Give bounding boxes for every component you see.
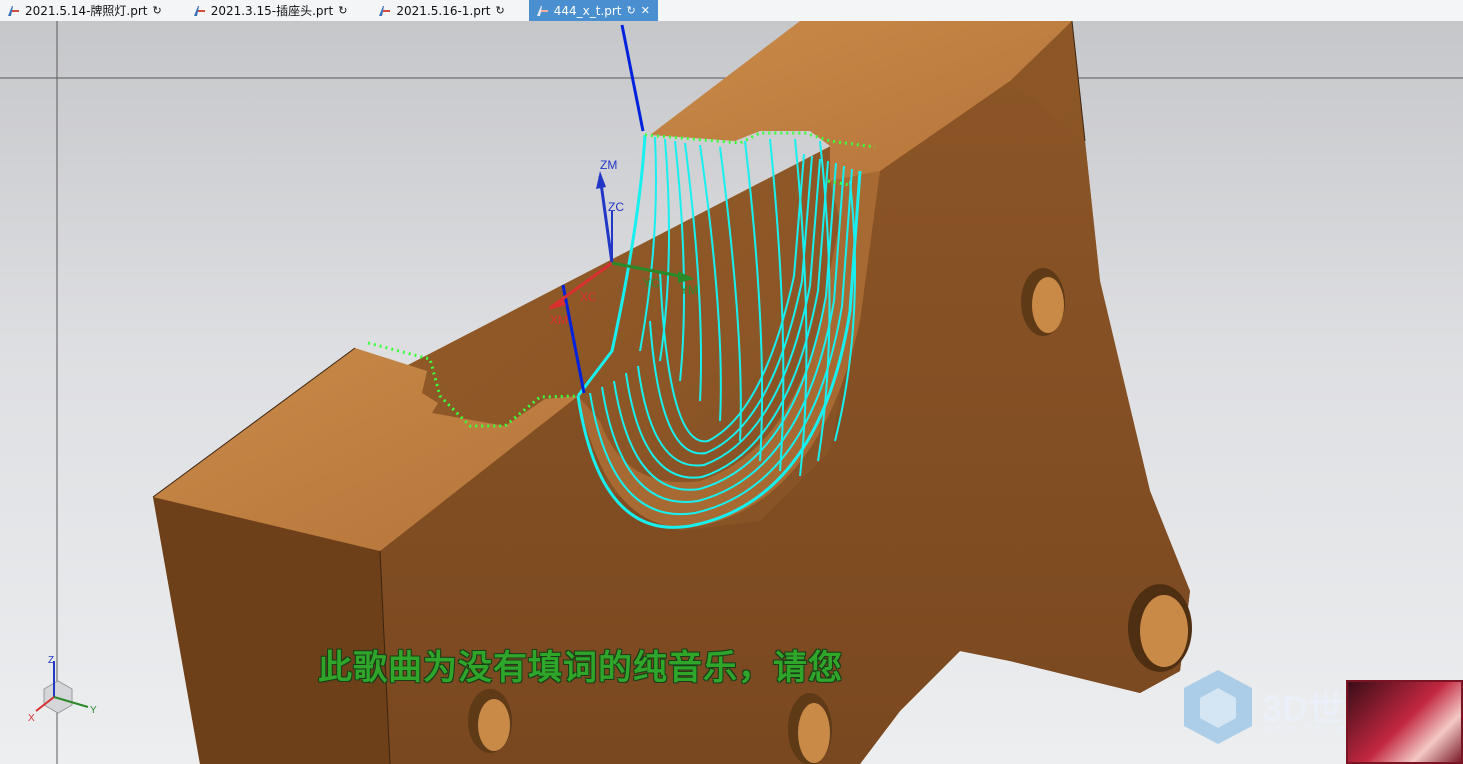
triad-y-label: Y bbox=[90, 705, 97, 716]
view-triad: Z X Y bbox=[28, 655, 97, 724]
ym-label: YM bbox=[680, 283, 698, 297]
video-subtitle: 此歌曲为没有填词的纯音乐，请您 bbox=[318, 648, 843, 688]
tab-2021-5-16[interactable]: 2021.5.16-1.prt ↻ bbox=[371, 0, 512, 21]
tab-modified-icon: ↻ bbox=[338, 4, 348, 17]
yc-label: YC bbox=[643, 276, 660, 290]
tab-444-x-t[interactable]: 444_x_t.prt ↻ ✕ bbox=[528, 0, 658, 21]
tab-modified-icon: ↻ bbox=[152, 4, 162, 17]
document-tab-bar: 2021.5.14-牌照灯.prt ↻ 2021.3.15-插座头.prt ↻ … bbox=[0, 0, 1463, 22]
tab-2021-5-14[interactable]: 2021.5.14-牌照灯.prt ↻ bbox=[0, 0, 170, 21]
part-file-icon bbox=[193, 5, 205, 16]
triad-z-label: Z bbox=[48, 655, 54, 666]
part-file-icon bbox=[379, 5, 391, 16]
xc-label: XC bbox=[580, 290, 597, 304]
tab-2021-3-15[interactable]: 2021.3.15-插座头.prt ↻ bbox=[186, 0, 356, 21]
video-thumbnail bbox=[1346, 680, 1463, 764]
zm-label: ZM bbox=[600, 158, 617, 172]
xm-label: XM bbox=[550, 313, 568, 327]
tab-modified-icon: ↻ bbox=[495, 4, 505, 17]
tab-label: 2021.5.16-1.prt bbox=[396, 3, 491, 18]
part-file-icon bbox=[536, 5, 548, 16]
tab-label: 2021.3.15-插座头.prt bbox=[210, 4, 334, 18]
part-file-icon bbox=[8, 5, 19, 16]
tab-modified-icon: ↻ bbox=[626, 4, 636, 17]
triad-x-label: X bbox=[28, 713, 35, 724]
tab-label: 2021.5.14-牌照灯.prt bbox=[25, 4, 148, 18]
zc-label: ZC bbox=[608, 200, 624, 214]
close-tab-icon[interactable]: ✕ bbox=[641, 4, 650, 17]
tab-label: 444_x_t.prt bbox=[553, 3, 622, 18]
